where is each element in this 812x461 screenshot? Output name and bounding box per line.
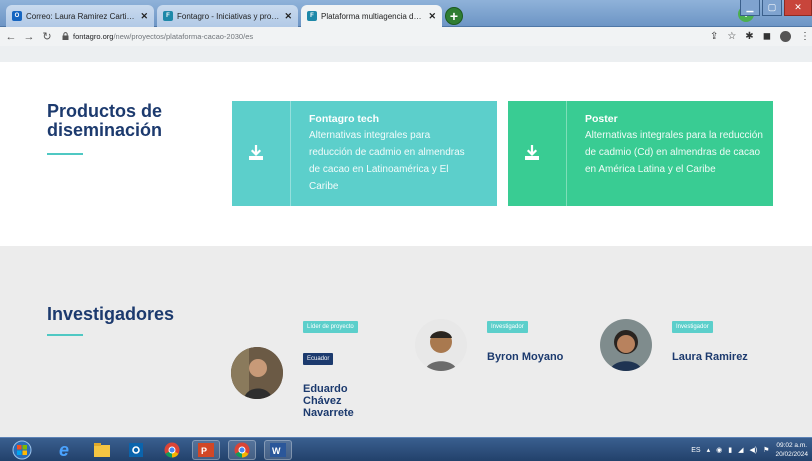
close-window-button[interactable]: ✕ <box>784 0 812 16</box>
researcher-name: Byron Moyano <box>487 351 564 363</box>
researcher-name: Laura Ramirez <box>672 351 748 363</box>
role-badge: Investigador <box>487 321 528 333</box>
avatar <box>231 347 283 399</box>
chrome-icon[interactable] <box>228 440 256 460</box>
show-hidden-icons-icon[interactable]: ▴ <box>707 446 711 454</box>
diseminacion-title: Productos de diseminación <box>47 101 163 140</box>
minimize-button[interactable]: ▁ <box>740 0 760 16</box>
investigadores-section: Investigadores Líder de proyecto Ecuador… <box>0 246 812 437</box>
tab-plataforma-cacao[interactable]: F Plataforma multiagencia de cacao ✕ <box>301 5 442 27</box>
browser-tab-strip: O Correo: Laura Ramirez Cartin - Ou ✕ F … <box>0 0 812 27</box>
tab-fontagro-proyectos[interactable]: F Fontagro - Iniciativas y proyectos ✕ <box>157 5 298 27</box>
address-toolbar: ← → ↻ fontagro.org/new/proyectos/platafo… <box>0 27 812 46</box>
close-icon[interactable]: ✕ <box>284 11 292 22</box>
volume-icon[interactable]: ◀) <box>749 446 757 454</box>
sidepanel-icon[interactable]: ◼ <box>763 31 771 42</box>
svg-text:P: P <box>201 446 207 456</box>
profile-avatar-icon[interactable] <box>780 31 791 42</box>
address-bar[interactable]: fontagro.org/new/proyectos/plataforma-ca… <box>62 31 254 42</box>
reload-icon[interactable]: ↻ <box>40 30 54 43</box>
card-description: Alternativas integrales para reducción d… <box>309 130 465 192</box>
window-controls: ▁ ▢ ✕ <box>740 0 812 16</box>
top-band <box>0 46 812 62</box>
card-description: Alternativas integrales para la reducció… <box>585 130 763 175</box>
tab-title: Plataforma multiagencia de cacao <box>321 11 425 21</box>
fontagro-icon: F <box>163 11 173 21</box>
avatar <box>600 319 652 371</box>
download-icon <box>525 145 539 160</box>
close-icon[interactable]: ✕ <box>428 11 436 22</box>
card-title: Poster <box>585 113 618 125</box>
system-tray: ES ▴ ◉ ▮ ◢ ◀) ⚑ 09:02 a.m. 20/02/2024 <box>691 438 812 461</box>
close-icon[interactable]: ✕ <box>140 11 148 22</box>
product-card-fontagro-tech[interactable]: Fontagro tech Alternativas integrales pa… <box>232 101 497 206</box>
network-icon[interactable]: ◉ <box>716 446 722 454</box>
researcher-name: Eduardo Chávez Navarrete <box>303 383 354 419</box>
outlook-icon[interactable] <box>122 440 150 460</box>
clock[interactable]: 09:02 a.m. 20/02/2024 <box>775 441 808 459</box>
tab-title: Correo: Laura Ramirez Cartin - Ou <box>26 11 137 21</box>
fontagro-icon: F <box>307 11 317 21</box>
powerpoint-icon[interactable]: P <box>192 440 220 460</box>
internet-explorer-icon[interactable]: e <box>50 440 78 460</box>
lock-icon <box>62 31 69 42</box>
bookmark-star-icon[interactable]: ☆ <box>727 31 736 42</box>
title-underline <box>47 153 83 155</box>
url-host: fontagro.org <box>73 32 114 41</box>
file-explorer-icon[interactable] <box>88 440 116 460</box>
card-separator <box>566 101 567 206</box>
action-center-flag-icon[interactable]: ⚑ <box>763 446 769 454</box>
outlook-icon: O <box>12 11 22 21</box>
page-content: Productos de diseminación Fontagro tech … <box>0 46 812 437</box>
svg-text:W: W <box>272 446 281 456</box>
product-card-poster[interactable]: Poster Alternativas integrales para la r… <box>508 101 773 206</box>
new-tab-button[interactable]: + <box>445 7 463 25</box>
language-indicator[interactable]: ES <box>691 447 700 454</box>
battery-icon[interactable]: ▮ <box>728 446 732 454</box>
back-arrow-icon[interactable]: ← <box>4 31 18 43</box>
role-badge: Líder de proyecto <box>303 321 358 333</box>
chrome-icon[interactable] <box>158 440 186 460</box>
investigadores-title: Investigadores <box>47 304 175 324</box>
tab-title: Fontagro - Iniciativas y proyectos <box>177 11 280 21</box>
menu-icon[interactable]: ⋮ <box>800 31 810 42</box>
url-path: /new/proyectos/plataforma-cacao-2030/es <box>113 32 254 41</box>
word-icon[interactable]: W <box>264 440 292 460</box>
download-icon <box>249 145 263 160</box>
start-orb-icon[interactable] <box>8 440 36 460</box>
maximize-button[interactable]: ▢ <box>762 0 782 16</box>
avatar <box>415 319 467 371</box>
role-badge: Investigador <box>672 321 713 333</box>
extensions-icon[interactable]: ✱ <box>745 31 753 42</box>
tab-correo[interactable]: O Correo: Laura Ramirez Cartin - Ou ✕ <box>6 5 154 27</box>
windows-taskbar: e P W ES ▴ ◉ ▮ ◢ ◀) ⚑ 09:02 a.m. 20/02/2… <box>0 437 812 461</box>
card-separator <box>290 101 291 206</box>
card-title: Fontagro tech <box>309 113 379 125</box>
signal-icon[interactable]: ◢ <box>738 446 743 454</box>
country-badge: Ecuador <box>303 353 334 365</box>
share-icon[interactable]: ⇪ <box>710 31 718 42</box>
forward-arrow-icon[interactable]: → <box>22 31 36 43</box>
title-underline <box>47 334 83 336</box>
